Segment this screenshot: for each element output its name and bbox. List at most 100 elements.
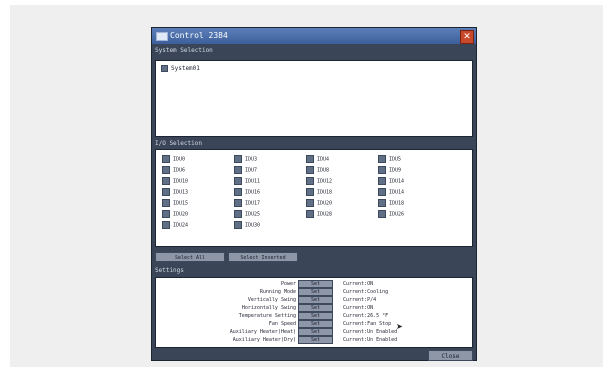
- io-item-label: IDU15: [173, 200, 189, 207]
- io-item-label: IDU6: [173, 167, 186, 174]
- mouse-cursor-icon: ➤: [396, 322, 403, 331]
- io-item-label: IDU30: [245, 222, 261, 229]
- checkbox-icon[interactable]: [162, 210, 170, 218]
- checkbox-icon[interactable]: [378, 166, 386, 174]
- io-item[interactable]: IDU12: [306, 177, 332, 186]
- select-inverted-button[interactable]: Select Inverted: [228, 252, 298, 262]
- io-item-label: IDU8: [317, 167, 330, 174]
- io-item[interactable]: IDU25: [234, 210, 260, 219]
- io-item-label: IDU20: [173, 211, 189, 218]
- setting-current-value: Current:Un Enabled: [343, 337, 398, 343]
- control-dialog: Control 2384 ✕ System Selection System01…: [151, 27, 477, 361]
- io-item-label: IDU13: [173, 189, 189, 196]
- checkbox-icon[interactable]: [162, 166, 170, 174]
- set-button[interactable]: Set: [298, 336, 333, 344]
- io-item[interactable]: IDU0: [162, 155, 185, 164]
- checkbox-icon[interactable]: [162, 155, 170, 163]
- io-item[interactable]: IDU8: [306, 166, 329, 175]
- io-item-label: IDU28: [317, 211, 333, 218]
- checkbox-icon[interactable]: [234, 210, 242, 218]
- io-item-label: IDU9: [389, 167, 402, 174]
- io-item-label: IDU0: [173, 156, 186, 163]
- checkbox-icon[interactable]: [234, 199, 242, 207]
- io-item[interactable]: IDU10: [162, 177, 188, 186]
- io-item[interactable]: IDU14: [378, 177, 404, 186]
- checkbox-icon[interactable]: [234, 177, 242, 185]
- checkbox-icon[interactable]: [162, 177, 170, 185]
- checkbox-icon[interactable]: [378, 177, 386, 185]
- io-selection-label: I/O Selection: [155, 140, 202, 147]
- io-item[interactable]: IDU28: [306, 210, 332, 219]
- io-item[interactable]: IDU7: [234, 166, 257, 175]
- io-item-label: IDU11: [245, 178, 261, 185]
- io-item-label: IDU16: [245, 189, 261, 196]
- io-item[interactable]: IDU20: [162, 210, 188, 219]
- io-item-label: IDU24: [173, 222, 189, 229]
- checkbox-icon[interactable]: [234, 166, 242, 174]
- io-item-label: IDU18: [317, 189, 333, 196]
- io-selection-panel: IDU0 IDU3 IDU4 IDU5 IDU6 IDU7 IDU8 IDU9 …: [155, 149, 473, 247]
- title-bar[interactable]: Control 2384 ✕: [152, 28, 476, 44]
- io-item-label: IDU12: [317, 178, 333, 185]
- io-item[interactable]: IDU18: [306, 188, 332, 197]
- checkbox-icon[interactable]: [378, 155, 386, 163]
- settings-panel: Power Set Current:ON Running Mode Set Cu…: [155, 277, 473, 348]
- io-item[interactable]: IDU20: [306, 199, 332, 208]
- io-item-label: IDU4: [317, 156, 330, 163]
- io-item[interactable]: IDU9: [378, 166, 401, 175]
- close-icon[interactable]: ✕: [460, 30, 474, 44]
- io-item[interactable]: IDU13: [162, 188, 188, 197]
- io-item-label: IDU18: [389, 200, 405, 207]
- io-item[interactable]: IDU18: [378, 199, 404, 208]
- checkbox-icon[interactable]: [378, 199, 386, 207]
- io-item[interactable]: IDU24: [162, 221, 188, 230]
- checkbox-icon[interactable]: [306, 177, 314, 185]
- io-item-label: IDU10: [173, 178, 189, 185]
- io-item[interactable]: IDU11: [234, 177, 260, 186]
- checkbox-icon[interactable]: [306, 210, 314, 218]
- setting-label: Auxiliary Heater(Dry): [232, 337, 296, 343]
- window-title: Control 2384: [170, 31, 228, 40]
- checkbox-icon[interactable]: [162, 199, 170, 207]
- checkbox-icon[interactable]: [234, 155, 242, 163]
- system-selection-panel: System01: [155, 60, 473, 137]
- io-item-label: IDU25: [245, 211, 261, 218]
- io-item-label: IDU26: [389, 211, 405, 218]
- io-item[interactable]: IDU3: [234, 155, 257, 164]
- io-item-label: IDU17: [245, 200, 261, 207]
- checkbox-icon[interactable]: [162, 221, 170, 229]
- io-item[interactable]: IDU15: [162, 199, 188, 208]
- io-item[interactable]: IDU14: [378, 188, 404, 197]
- io-item-label: IDU3: [245, 156, 258, 163]
- io-item-label: IDU14: [389, 178, 405, 185]
- io-item[interactable]: IDU17: [234, 199, 260, 208]
- checkbox-icon[interactable]: [306, 166, 314, 174]
- close-button[interactable]: Close: [428, 350, 473, 361]
- io-item-label: IDU14: [389, 189, 405, 196]
- checkbox-icon[interactable]: [234, 221, 242, 229]
- io-item[interactable]: IDU4: [306, 155, 329, 164]
- select-all-button[interactable]: Select All: [155, 252, 225, 262]
- window-icon: [156, 32, 168, 41]
- checkbox-icon[interactable]: [234, 188, 242, 196]
- io-item-label: IDU20: [317, 200, 333, 207]
- system-selection-label: System Selection: [155, 47, 213, 54]
- checkbox-icon[interactable]: [161, 65, 168, 72]
- io-item[interactable]: IDU5: [378, 155, 401, 164]
- checkbox-icon[interactable]: [306, 199, 314, 207]
- setting-row-aux-heater-dry: Auxiliary Heater(Dry) Set Current:Un Ena…: [156, 335, 474, 345]
- io-item-label: IDU5: [389, 156, 402, 163]
- system-item[interactable]: System01: [161, 65, 200, 73]
- io-item[interactable]: IDU16: [234, 188, 260, 197]
- io-item[interactable]: IDU6: [162, 166, 185, 175]
- settings-label: Settings: [155, 267, 184, 274]
- checkbox-icon[interactable]: [162, 188, 170, 196]
- checkbox-icon[interactable]: [306, 188, 314, 196]
- io-item-label: IDU7: [245, 167, 258, 174]
- checkbox-icon[interactable]: [378, 210, 386, 218]
- system-item-label: System01: [171, 65, 200, 72]
- checkbox-icon[interactable]: [378, 188, 386, 196]
- io-item[interactable]: IDU26: [378, 210, 404, 219]
- checkbox-icon[interactable]: [306, 155, 314, 163]
- io-item[interactable]: IDU30: [234, 221, 260, 230]
